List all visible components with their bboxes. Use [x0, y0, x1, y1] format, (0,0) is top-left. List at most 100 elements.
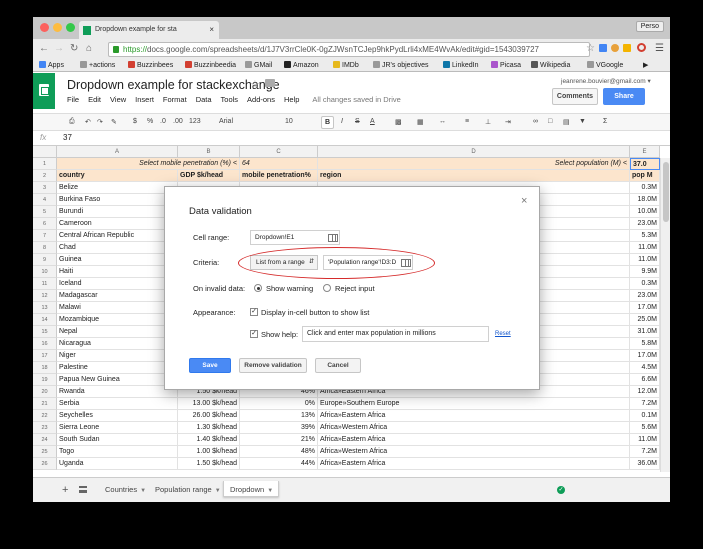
save-button[interactable]: Save [189, 358, 231, 373]
functions-icon[interactable]: Σ [603, 118, 607, 125]
cell-mobile[interactable]: 39% [240, 422, 318, 434]
menu-help[interactable]: Help [284, 95, 299, 104]
cell-pop[interactable]: 12.0M [630, 386, 660, 398]
merge-cells-icon[interactable]: ↔ [439, 118, 446, 125]
cell-mobile[interactable]: 48% [240, 446, 318, 458]
row-number[interactable]: 12 [33, 290, 57, 302]
cell-gdp[interactable]: 1.40 $k/head [178, 434, 240, 446]
cell-country[interactable]: Palestine [57, 362, 178, 374]
cell-pop[interactable]: 17.0M [630, 350, 660, 362]
bookmark-item[interactable]: GMail [245, 61, 272, 69]
cell-country[interactable]: Guinea [57, 254, 178, 266]
more-formats-button[interactable]: 123 [189, 118, 201, 125]
cell-country[interactable]: Malawi [57, 302, 178, 314]
fill-color-icon[interactable]: ▩ [395, 118, 402, 126]
remove-validation-button[interactable]: Remove validation [239, 358, 307, 373]
select-all-corner[interactable] [33, 146, 57, 158]
cell-pop[interactable]: 23.0M [630, 290, 660, 302]
all-sheets-icon[interactable] [79, 486, 87, 493]
cell-country[interactable]: Serbia [57, 398, 178, 410]
close-window-icon[interactable] [40, 23, 49, 32]
column-header-e[interactable]: E [630, 146, 660, 158]
cell-pop[interactable]: 0.3M [630, 182, 660, 194]
menu-view[interactable]: View [110, 95, 126, 104]
cell-pop[interactable]: 6.6M [630, 374, 660, 386]
bold-button[interactable]: B [321, 116, 335, 129]
cell-pop[interactable]: 0.3M [630, 278, 660, 290]
cell-pop[interactable]: 5.3M [630, 230, 660, 242]
home-icon[interactable]: ⌂ [86, 43, 92, 54]
cell-pop[interactable]: 17.0M [630, 302, 660, 314]
bookmark-item[interactable]: Amazon [284, 61, 319, 69]
row-number[interactable]: 8 [33, 242, 57, 254]
cell-country[interactable]: Rwanda [57, 386, 178, 398]
cell-region[interactable]: Africa»Eastern Africa [318, 458, 630, 470]
cell-mobile[interactable]: 0% [240, 398, 318, 410]
reload-icon[interactable]: ↻ [70, 43, 78, 54]
cell-mobile[interactable]: 44% [240, 458, 318, 470]
cell-region[interactable]: Africa»Eastern Africa [318, 410, 630, 422]
menu-edit[interactable]: Edit [88, 95, 101, 104]
cell-pop[interactable]: 10.0M [630, 206, 660, 218]
bookmarks-overflow-icon[interactable]: ▶ [643, 61, 648, 69]
reject-input-radio[interactable] [323, 284, 331, 292]
show-help-checkbox[interactable]: ✓ [250, 330, 258, 338]
cell-country[interactable]: Belize [57, 182, 178, 194]
sheets-logo[interactable] [33, 73, 55, 109]
redo-icon[interactable]: ↷ [97, 118, 103, 126]
row-number[interactable]: 20 [33, 386, 57, 398]
cell-country[interactable]: Madagascar [57, 290, 178, 302]
cell-pop[interactable]: 31.0M [630, 326, 660, 338]
menu-file[interactable]: File [67, 95, 79, 104]
link-icon[interactable]: ∞ [533, 118, 538, 125]
chart-icon[interactable]: ▤ [563, 118, 570, 126]
row-number[interactable]: 3 [33, 182, 57, 194]
cell-pop[interactable]: 25.0M [630, 314, 660, 326]
show-dropdown-checkbox[interactable]: ✓ [250, 308, 258, 316]
extension-icon[interactable] [599, 44, 607, 52]
tab-countries[interactable]: Countries ▼ [99, 481, 151, 497]
add-sheet-button[interactable]: + [62, 484, 68, 496]
font-size-select[interactable]: 10 [285, 118, 293, 125]
cell-country[interactable]: Central African Republic [57, 230, 178, 242]
formula-value[interactable]: 37 [63, 133, 72, 142]
chevron-down-icon[interactable]: ▼ [267, 488, 273, 494]
text-wrap-icon[interactable]: ⇥ [505, 118, 511, 126]
row-number[interactable]: 7 [33, 230, 57, 242]
row-number[interactable]: 24 [33, 434, 57, 446]
filter-icon[interactable]: ▼ [579, 118, 586, 125]
cell-country[interactable]: Uganda [57, 458, 178, 470]
cell-country[interactable]: Iceland [57, 278, 178, 290]
cell-pop[interactable]: 11.0M [630, 434, 660, 446]
cell-pop[interactable]: 5.6M [630, 422, 660, 434]
italic-button[interactable]: I [341, 118, 343, 125]
percent-icon[interactable]: % [147, 118, 153, 125]
cell-country[interactable]: South Sudan [57, 434, 178, 446]
reset-link[interactable]: Reset [495, 331, 511, 337]
increase-decimal-icon[interactable]: .00 [173, 118, 183, 125]
share-button[interactable]: Share [603, 88, 645, 105]
cell-country[interactable]: Nicaragua [57, 338, 178, 350]
row-number[interactable]: 18 [33, 362, 57, 374]
row-number[interactable]: 1 [33, 158, 57, 170]
cell-pop[interactable]: 5.8M [630, 338, 660, 350]
row-number[interactable]: 15 [33, 326, 57, 338]
menu-icon[interactable]: ☰ [655, 43, 664, 54]
paint-format-icon[interactable]: ✎ [111, 118, 117, 126]
cell-country[interactable]: Mozambique [57, 314, 178, 326]
cell-country[interactable]: Chad [57, 242, 178, 254]
menu-addons[interactable]: Add-ons [247, 95, 275, 104]
cell-gdp[interactable]: 26.00 $k/head [178, 410, 240, 422]
bookmark-item[interactable]: +actions [80, 61, 115, 69]
column-header-a[interactable]: A [57, 146, 178, 158]
bookmark-item[interactable]: LinkedIn [443, 61, 478, 69]
cell-pop[interactable]: 7.2M [630, 446, 660, 458]
extension-icon[interactable] [623, 44, 631, 52]
comment-icon[interactable]: □ [548, 118, 552, 125]
currency-icon[interactable]: $ [133, 118, 137, 125]
cell-pop[interactable]: 0.1M [630, 410, 660, 422]
bookmark-item[interactable]: IMDb [333, 61, 359, 69]
cell-country[interactable]: Cameroon [57, 218, 178, 230]
cell-range-input[interactable]: Dropdown!E1 [250, 230, 340, 245]
print-icon[interactable]: ⎙ [69, 118, 75, 126]
